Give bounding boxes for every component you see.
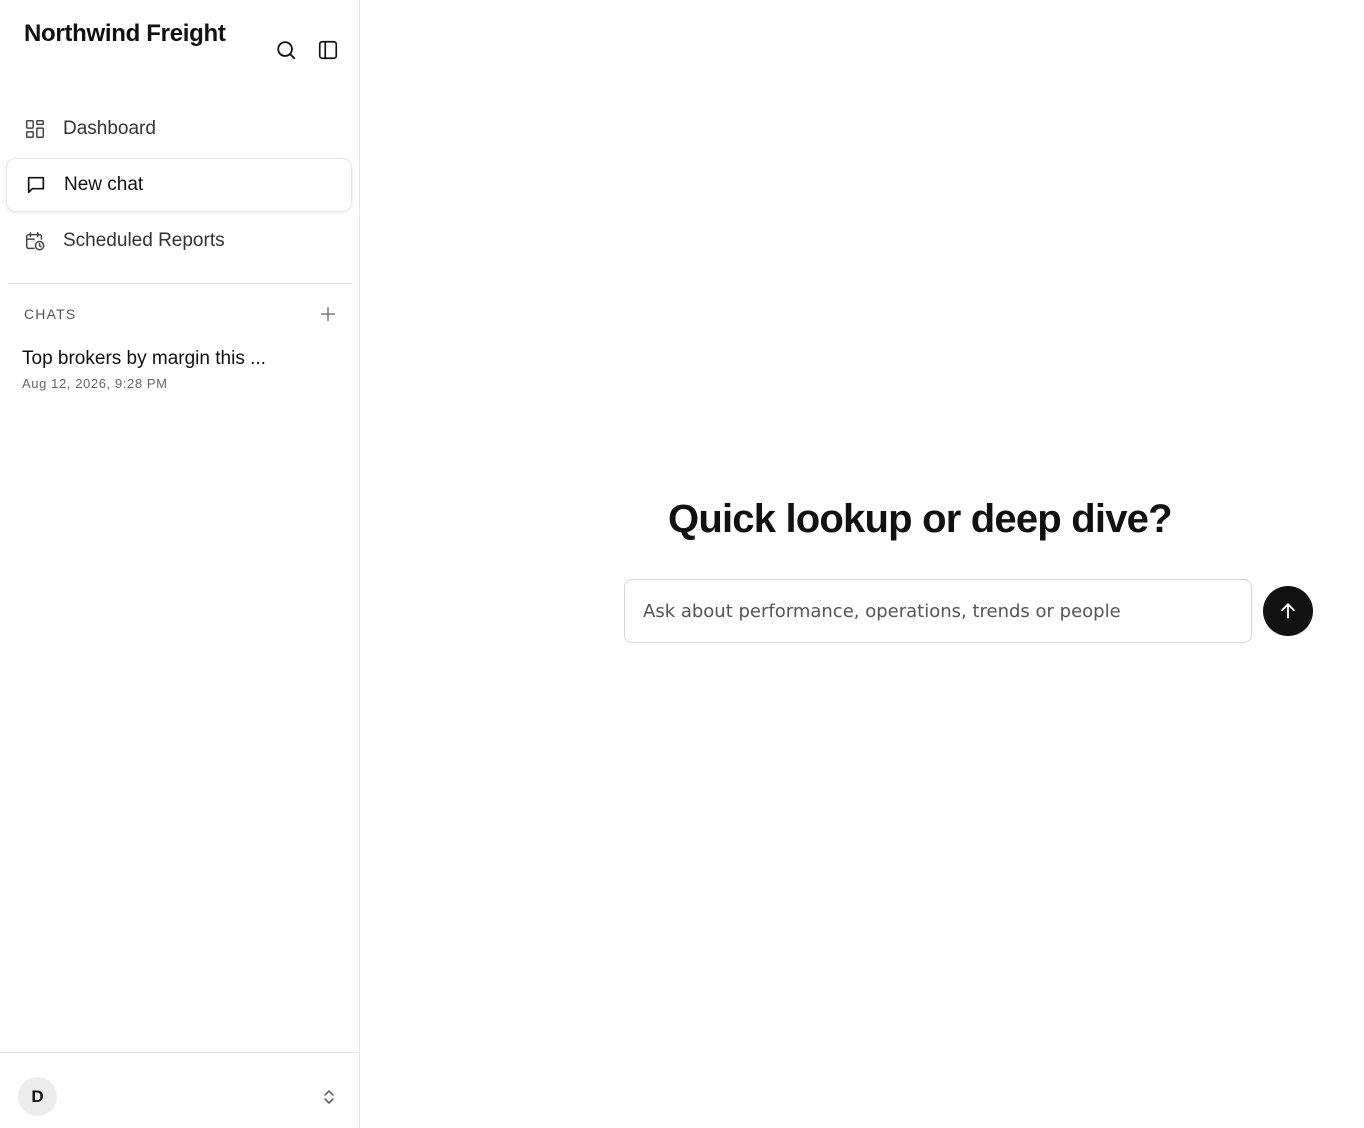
chats-section-label: CHATS bbox=[24, 306, 77, 322]
main-panel: Quick lookup or deep dive? bbox=[360, 0, 1364, 1128]
send-button[interactable] bbox=[1263, 586, 1313, 636]
arrow-up-icon bbox=[1281, 603, 1295, 619]
sidebar-item-label: Dashboard bbox=[63, 118, 156, 139]
brand-title: Northwind Freight bbox=[24, 20, 226, 47]
prompt-box bbox=[624, 579, 1252, 643]
sidebar-item-dashboard[interactable]: Dashboard bbox=[6, 102, 352, 156]
dashboard-grid-icon bbox=[24, 118, 46, 140]
sidebar-footer: D bbox=[0, 1052, 359, 1128]
avatar[interactable]: D bbox=[18, 1077, 57, 1116]
sidebar-item-label: New chat bbox=[64, 174, 144, 195]
chat-timestamp: Aug 12, 2026, 9:28 PM bbox=[22, 376, 168, 391]
sidebar-item-label: Scheduled Reports bbox=[63, 230, 225, 251]
plus-icon[interactable] bbox=[318, 304, 338, 324]
sidebar-item-new-chat[interactable]: New chat bbox=[6, 158, 352, 212]
chevron-up-down-icon[interactable] bbox=[320, 1087, 338, 1107]
chat-title: Top brokers by margin this ... bbox=[22, 348, 266, 369]
prompt-input[interactable] bbox=[625, 580, 1251, 642]
app-root: Northwind Freight Dashboard New chat Sch… bbox=[0, 0, 1364, 1128]
sidebar-toggle-icon[interactable] bbox=[316, 38, 340, 62]
search-icon[interactable] bbox=[274, 38, 298, 62]
page-title: Quick lookup or deep dive? bbox=[668, 497, 1173, 541]
calendar-clock-icon bbox=[24, 230, 46, 252]
sidebar-item-scheduled-reports[interactable]: Scheduled Reports bbox=[6, 214, 352, 268]
chat-list-item[interactable]: Top brokers by margin this ... Aug 12, 2… bbox=[22, 348, 342, 391]
sidebar: Northwind Freight Dashboard New chat Sch… bbox=[0, 0, 360, 1128]
sidebar-nav: Dashboard New chat Scheduled Reports bbox=[6, 102, 352, 270]
chats-section-header: CHATS bbox=[24, 304, 338, 324]
sidebar-toolbar bbox=[274, 38, 340, 62]
sidebar-divider bbox=[8, 283, 352, 284]
chat-bubble-icon bbox=[25, 174, 47, 196]
